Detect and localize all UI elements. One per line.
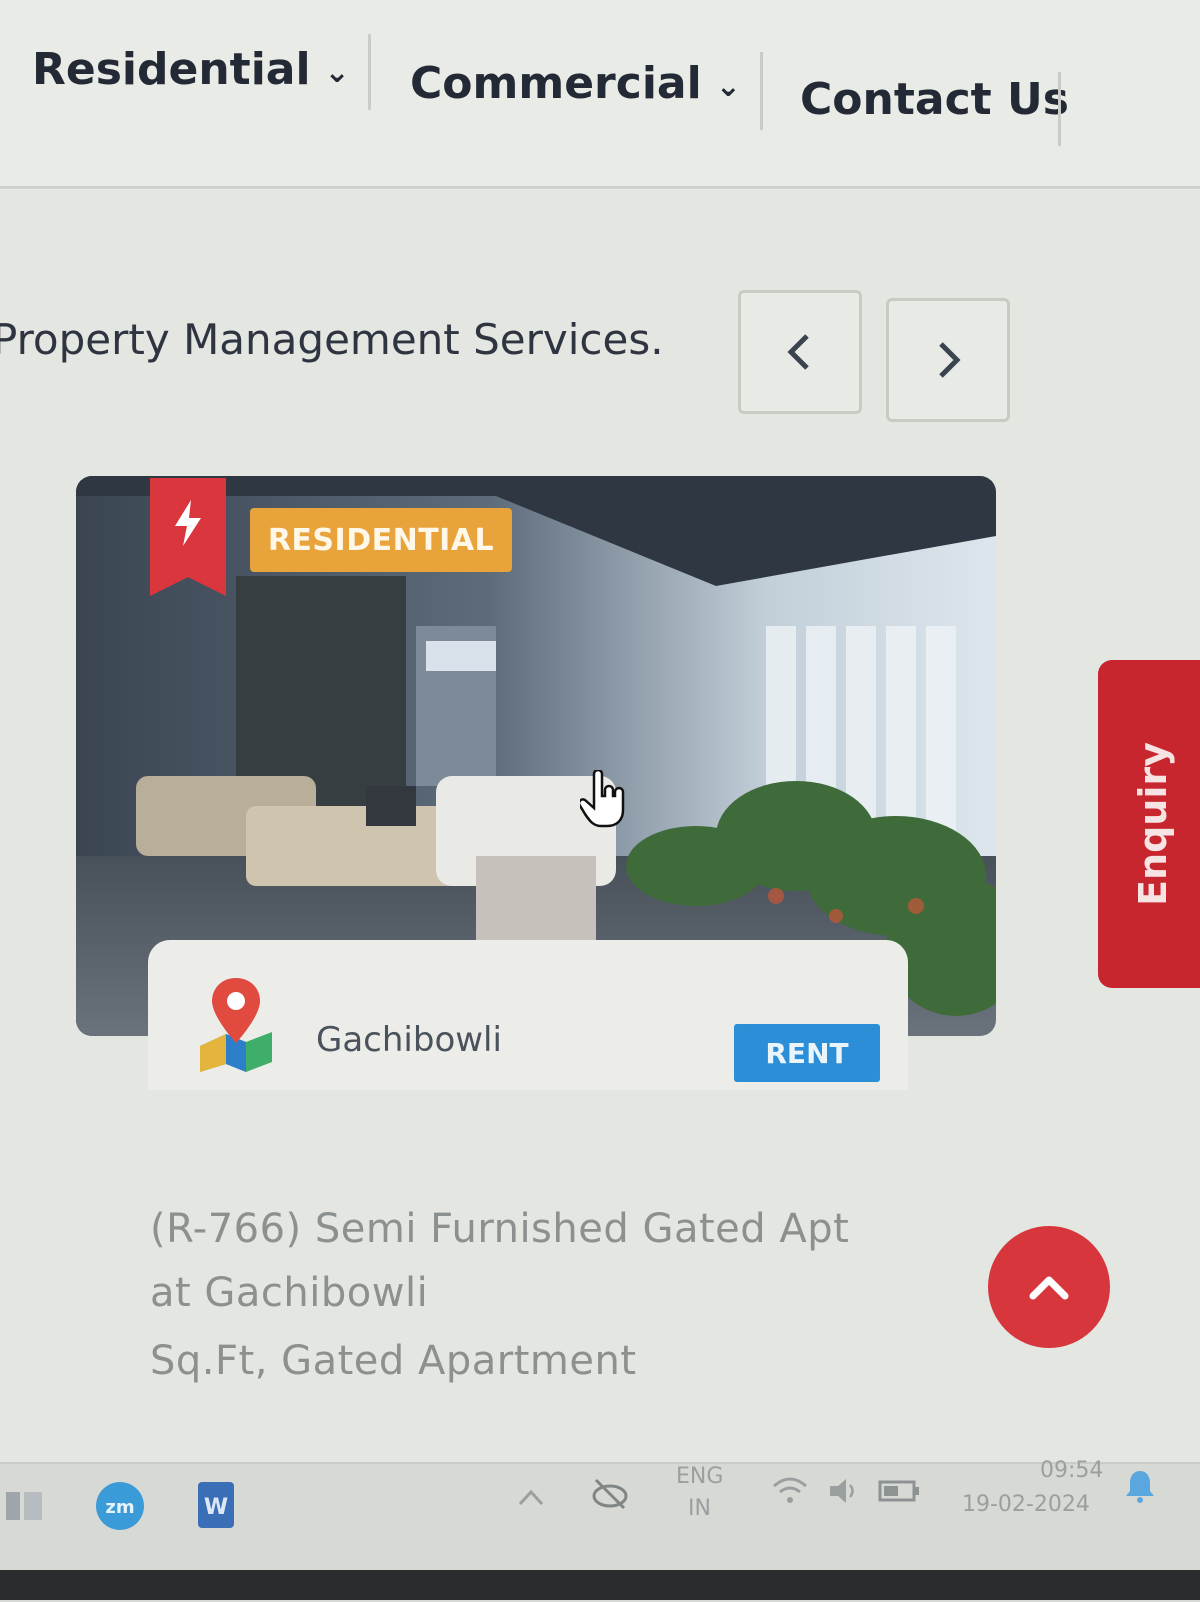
- battery-icon[interactable]: [878, 1478, 922, 1504]
- listing-type-badge[interactable]: RENT: [734, 1024, 880, 1082]
- enquiry-label: Enquiry: [1131, 742, 1175, 906]
- property-location: Gachibowli: [316, 1020, 502, 1060]
- nav-divider: [1058, 72, 1061, 146]
- chevron-up-icon: [1029, 1276, 1069, 1300]
- enquiry-tab[interactable]: Enquiry: [1098, 660, 1200, 988]
- nav-commercial-label: Commercial: [410, 58, 702, 109]
- clock-date[interactable]: 19-02-2024: [962, 1492, 1090, 1517]
- property-title-line-1[interactable]: (R-766) Semi Furnished Gated Apt: [150, 1206, 849, 1252]
- carousel-prev-button[interactable]: [738, 290, 862, 414]
- property-details: Sq.Ft, Gated Apartment: [150, 1338, 637, 1384]
- svg-text:zm: zm: [105, 1497, 134, 1518]
- input-language[interactable]: ENG: [676, 1464, 723, 1489]
- nav-commercial[interactable]: Commercial ⌄: [410, 58, 741, 109]
- monitor-bezel: [0, 1570, 1200, 1600]
- chevron-down-icon: ⌄: [715, 68, 741, 104]
- section-title: Property Management Services.: [0, 315, 664, 364]
- clock-time[interactable]: 09:54: [1040, 1458, 1103, 1483]
- notification-bell-icon[interactable]: [1124, 1468, 1156, 1504]
- nav-divider: [368, 34, 371, 110]
- chevron-up-icon[interactable]: [516, 1486, 546, 1510]
- nav-contact-us[interactable]: Contact Us: [800, 74, 1069, 125]
- chevron-down-icon: ⌄: [324, 54, 350, 90]
- wifi-icon[interactable]: [770, 1474, 810, 1508]
- property-type-badge[interactable]: RESIDENTIAL: [250, 508, 512, 572]
- zoom-icon[interactable]: zm: [94, 1480, 146, 1532]
- task-view-icon[interactable]: [2, 1484, 46, 1528]
- carousel-next-button[interactable]: [886, 298, 1010, 422]
- top-navigation: Residential ⌄ Commercial ⌄ Contact Us: [0, 0, 1200, 190]
- nav-residential[interactable]: Residential ⌄: [32, 44, 350, 95]
- map-pin-icon: [200, 978, 272, 1072]
- scroll-to-top-button[interactable]: [988, 1226, 1110, 1348]
- onedrive-offline-icon[interactable]: [590, 1476, 630, 1512]
- nav-contact-us-label: Contact Us: [800, 74, 1069, 125]
- nav-bottom-rule: [0, 186, 1200, 189]
- chevron-right-icon: [939, 342, 961, 378]
- property-title-line-2[interactable]: at Gachibowli: [150, 1270, 428, 1316]
- nav-divider: [760, 52, 763, 130]
- hand-cursor-icon: [580, 770, 625, 828]
- chevron-left-icon: [787, 334, 809, 370]
- svg-text:W: W: [204, 1495, 228, 1520]
- lightning-icon: [175, 500, 201, 546]
- volume-icon[interactable]: [826, 1476, 860, 1506]
- word-icon[interactable]: W: [196, 1480, 236, 1530]
- nav-residential-label: Residential: [32, 44, 311, 95]
- input-region[interactable]: IN: [688, 1496, 711, 1521]
